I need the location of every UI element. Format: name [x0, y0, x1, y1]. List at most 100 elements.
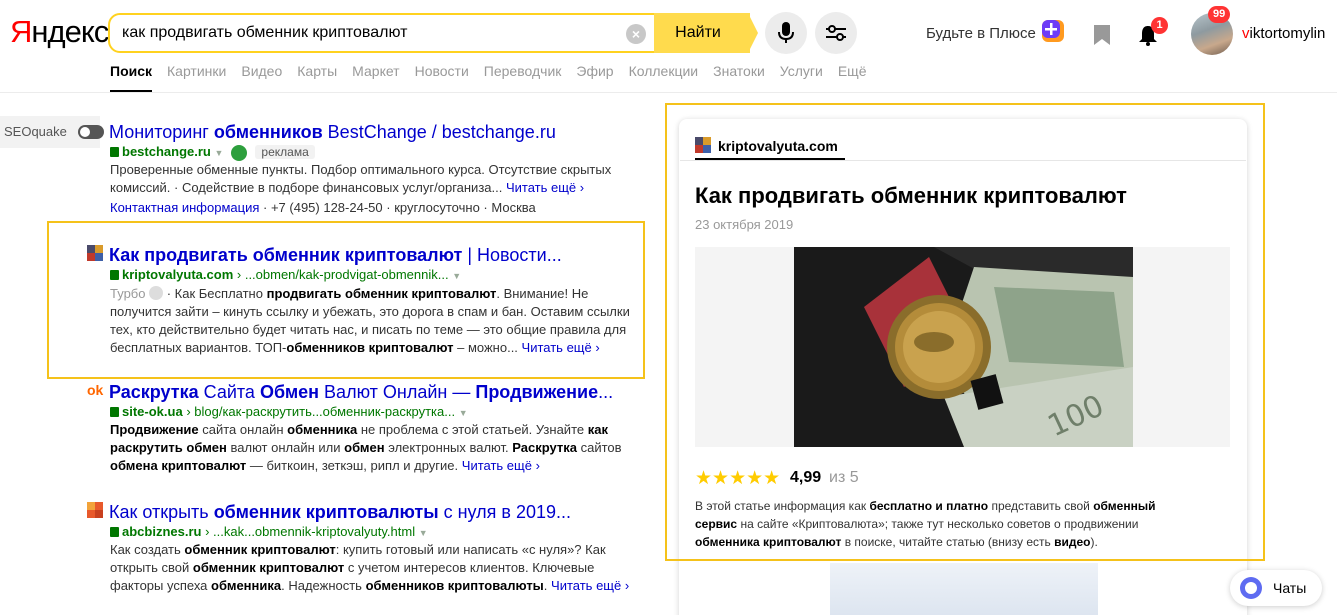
search-button[interactable]: Найти	[654, 13, 750, 53]
service-tabs: Поиск Картинки Видео Карты Маркет Новост…	[110, 63, 882, 93]
clear-icon[interactable]: ×	[626, 24, 646, 44]
title-bold: обменник криптовалюты	[213, 502, 439, 522]
contact-info-link[interactable]: Контактная информация	[110, 200, 259, 215]
snippet-bold: обмена криптовалют	[110, 458, 247, 473]
snippet-bold: обменник криптовалют	[184, 542, 336, 557]
ok-favicon: ok	[87, 382, 104, 398]
read-more-link[interactable]: Читать ещё ›	[551, 578, 629, 593]
tab-translate[interactable]: Переводчик	[484, 63, 562, 91]
snippet-text: не проблема с этой статьей. Узнайте	[357, 422, 588, 437]
title-text: Валют Онлайн —	[319, 382, 476, 402]
chevron-down-icon[interactable]: ▼	[459, 408, 468, 418]
tab-news[interactable]: Новости	[415, 63, 469, 91]
title-bold: Обмен	[259, 382, 320, 402]
username-first-letter: v	[1242, 25, 1250, 42]
read-more-link[interactable]: Читать ещё ›	[506, 180, 584, 195]
sliders-icon	[826, 25, 846, 41]
snippet-text: электронных валют.	[384, 440, 513, 455]
chats-label: Чаты	[1273, 580, 1307, 596]
result-3-url[interactable]: site-ok.ua › blog/как-раскрутить...обмен…	[110, 404, 468, 419]
result-4-title[interactable]: Как открыть обменник криптовалюты с нуля…	[109, 501, 571, 523]
turbo-label[interactable]: Турбо	[110, 286, 145, 301]
snippet-line: получится зайти – кинуть ссылку и убежат…	[110, 304, 630, 319]
tab-images[interactable]: Картинки	[167, 63, 226, 91]
result-2-path: › ...obmen/kak-prodvigat-obmennik...	[236, 267, 449, 282]
snippet-line: открыть свой обменник криптовалют с учет…	[110, 559, 640, 577]
toggle-knob	[80, 127, 90, 137]
search-settings-button[interactable]	[815, 12, 857, 54]
result-4-domain: abcbiznes.ru	[122, 524, 202, 539]
card-secondary-image[interactable]	[830, 563, 1098, 615]
snippet-text: с учетом интересов клиентов. Ключевые	[344, 560, 595, 575]
voice-search-button[interactable]	[765, 12, 807, 54]
microphone-icon	[778, 22, 794, 43]
username-rest: iktortomylin	[1249, 25, 1326, 42]
read-more-link[interactable]: Читать ещё ›	[462, 458, 540, 473]
snippet-line: раскрутить обмен валют онлайн или обмен …	[110, 439, 640, 457]
tab-znatoki[interactable]: Знатоки	[713, 63, 765, 91]
snippet-text: .	[543, 578, 548, 593]
snippet-text: сайта онлайн	[198, 422, 288, 437]
lock-icon	[110, 147, 119, 157]
snippet-text: – можно...	[453, 340, 518, 355]
username[interactable]: viktortomylin	[1242, 25, 1325, 42]
lock-icon	[110, 527, 119, 537]
result-2-url[interactable]: kriptovalyuta.com › ...obmen/kak-prodvig…	[110, 267, 461, 282]
chevron-down-icon[interactable]: ▼	[214, 148, 223, 158]
snippet-text: . Надежность	[281, 578, 366, 593]
snippet-text: факторы успеха	[110, 578, 212, 593]
snippet-text: бесплатных вариантов. ТОП-	[110, 340, 287, 355]
snippet-line: Продвижение сайта онлайн обменника не пр…	[110, 421, 640, 439]
snippet-line: Проверенные обменные пункты. Подбор опти…	[110, 162, 612, 177]
result-1-title[interactable]: Мониторинг обменников BestChange / bestc…	[109, 121, 556, 143]
result-2-title-bold: Как продвигать обменник криптовалют	[109, 245, 463, 265]
result-4-url[interactable]: abcbiznes.ru › ...kak...obmennik-kriptov…	[110, 524, 428, 539]
snippet-line: Турбо · Как Бесплатно продвигать обменни…	[110, 285, 640, 303]
snippet-text: открыть свой	[110, 560, 193, 575]
plus-promo-link[interactable]: Будьте в Плюсе	[926, 25, 1036, 42]
snippet-text: валют онлайн или	[226, 440, 345, 455]
tab-more[interactable]: Ещё	[838, 63, 867, 91]
snippet-text: . Внимание! Не	[496, 286, 589, 301]
snippet-text: сайтов	[576, 440, 622, 455]
snippet-bold: обменника	[287, 422, 358, 437]
kriptovalyuta-favicon	[87, 245, 103, 261]
title-text: с нуля в 2019...	[438, 502, 572, 522]
tab-efir[interactable]: Эфир	[576, 63, 613, 91]
search-input[interactable]	[122, 24, 622, 42]
yandex-logo[interactable]: Яндекс	[10, 14, 109, 50]
tab-market[interactable]: Маркет	[352, 63, 399, 91]
title-text: Сайта	[198, 382, 260, 402]
snippet-line: бесплатных вариантов. ТОП-обменников кри…	[110, 339, 640, 357]
chevron-down-icon[interactable]: ▼	[419, 528, 428, 538]
abcbiznes-favicon	[87, 502, 103, 518]
tab-collections[interactable]: Коллекции	[629, 63, 699, 91]
result-1-url[interactable]: bestchange.ru ▼ реклама	[110, 144, 315, 161]
snippet-bold: Продвижение	[110, 422, 199, 437]
snippet-bold: как	[587, 422, 608, 437]
title-text: Как открыть	[109, 502, 214, 522]
snippet-bold: обмен	[344, 440, 385, 455]
result-4-snippet: Как создать обменник криптовалют: купить…	[110, 541, 640, 595]
result-3-title[interactable]: Раскрутка Сайта Обмен Валют Онлайн — Про…	[109, 381, 613, 403]
snippet-bold: обменник криптовалют	[192, 560, 345, 575]
result-3-domain: site-ok.ua	[122, 404, 183, 419]
tab-maps[interactable]: Карты	[297, 63, 337, 91]
logo-rest: ндекс	[31, 14, 109, 49]
chevron-down-icon[interactable]: ▼	[452, 271, 461, 281]
result-1-snippet: Проверенные обменные пункты. Подбор опти…	[110, 161, 630, 197]
read-more-link[interactable]: Читать ещё ›	[522, 340, 600, 355]
header-divider	[0, 92, 1337, 93]
bookmark-icon[interactable]	[1093, 24, 1111, 46]
plus-icon[interactable]	[1042, 20, 1064, 42]
tab-services[interactable]: Услуги	[780, 63, 823, 91]
search-form: × Найти	[108, 13, 758, 53]
avatar-badge: 99	[1208, 6, 1231, 23]
notification-badge: 1	[1151, 17, 1168, 34]
lock-icon	[110, 270, 119, 280]
tab-search[interactable]: Поиск	[110, 63, 152, 91]
tab-video[interactable]: Видео	[241, 63, 282, 91]
snippet-text: комиссий. · Содействие в подборе финансо…	[110, 180, 503, 195]
snippet-bold: обменников криптовалюты	[365, 578, 544, 593]
result-2-title[interactable]: Как продвигать обменник криптовалют | Но…	[109, 244, 562, 266]
